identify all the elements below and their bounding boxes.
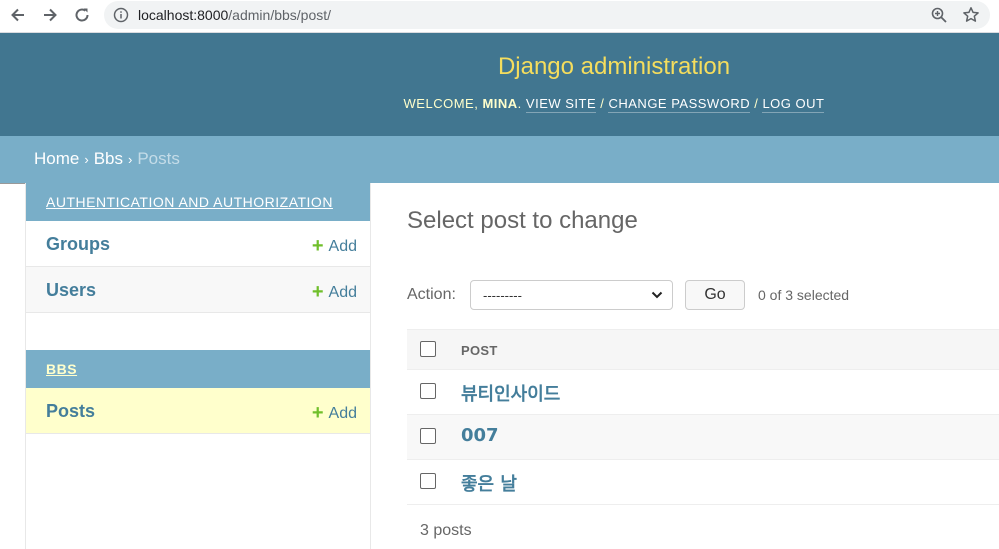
table-row: 007 [407,415,999,460]
result-list: Post 뷰티인사이드 007 좋은 날 [407,329,999,505]
paginator: 3 posts [420,522,472,539]
chevron-down-icon [650,288,664,302]
url-path: /admin/bbs/post/ [228,7,332,23]
url-host: localhost:8000 [138,7,229,23]
browser-toolbar: localhost:8000/admin/bbs/post/ [0,0,999,33]
breadcrumb-home[interactable]: Home [34,149,79,168]
breadcrumb-current: Posts [137,149,180,168]
breadcrumb-separator: › [128,152,133,167]
log-out-link[interactable]: Log out [762,96,825,113]
breadcrumb-bbs[interactable]: Bbs [94,149,123,168]
row-checkbox[interactable] [420,383,436,399]
site-branding[interactable]: Django administration [0,53,999,81]
row-checkbox[interactable] [420,473,436,489]
go-button[interactable]: Go [685,280,745,310]
sidebar-item-label[interactable]: Groups [46,234,110,255]
page-title: Select post to change [407,207,638,234]
plus-icon: + [311,281,324,303]
info-icon[interactable] [113,7,129,23]
reload-icon[interactable] [70,4,94,26]
selected-count: 0 of 3 selected [758,287,850,303]
plus-icon: + [311,235,324,257]
column-header-post[interactable]: Post [461,343,498,358]
admin-header: Django administration Welcome, mina. Vie… [0,33,999,136]
add-posts-button[interactable]: + Add [312,402,357,425]
module-spacer [26,313,370,350]
add-users-button[interactable]: + Add [312,281,357,304]
add-label: Add [328,284,357,301]
table-row: 좋은 날 [407,460,999,505]
breadcrumb-divider [0,183,26,184]
table-row: 뷰티인사이드 [407,370,999,415]
user-tools: Welcome, mina. View site / Change passwo… [403,96,825,113]
sidebar-item-label[interactable]: Posts [46,401,95,422]
table-header: Post [407,329,999,370]
sidebar-item-label[interactable]: Users [46,280,96,301]
add-groups-button[interactable]: + Add [312,235,357,258]
breadcrumb-separator: › [84,152,89,167]
view-site-link[interactable]: View site [525,96,597,113]
address-bar[interactable]: localhost:8000/admin/bbs/post/ [104,1,990,29]
zoom-icon[interactable] [930,6,948,24]
welcome-text: Welcome, [403,96,479,111]
post-link[interactable]: 007 [461,425,499,446]
module-caption-bbs[interactable]: Bbs [26,350,370,388]
back-arrow-icon[interactable] [6,4,30,26]
sidebar-item-users[interactable]: Users + Add [26,267,370,313]
action-selected-option: --------- [483,288,522,303]
username: mina [482,96,518,111]
bookmark-star-icon[interactable] [962,6,980,24]
add-label: Add [328,405,357,422]
url-text: localhost:8000/admin/bbs/post/ [138,7,331,23]
sidebar-item-groups[interactable]: Groups + Add [26,221,370,267]
nav-sidebar: Authentication and Authorization Groups … [25,183,371,549]
module-caption-auth[interactable]: Authentication and Authorization [26,183,370,221]
forward-arrow-icon[interactable] [38,4,62,26]
post-link[interactable]: 좋은 날 [461,470,517,496]
action-label: Action: [407,286,456,303]
change-password-link[interactable]: Change password [608,96,751,113]
breadcrumb: Home › Bbs › Posts [0,136,999,183]
post-link[interactable]: 뷰티인사이드 [461,380,560,406]
select-all-checkbox[interactable] [420,341,436,357]
sidebar-item-posts[interactable]: Posts + Add [26,388,370,434]
plus-icon: + [311,402,324,424]
row-checkbox[interactable] [420,428,436,444]
add-label: Add [328,238,357,255]
action-select[interactable]: --------- [470,280,673,310]
